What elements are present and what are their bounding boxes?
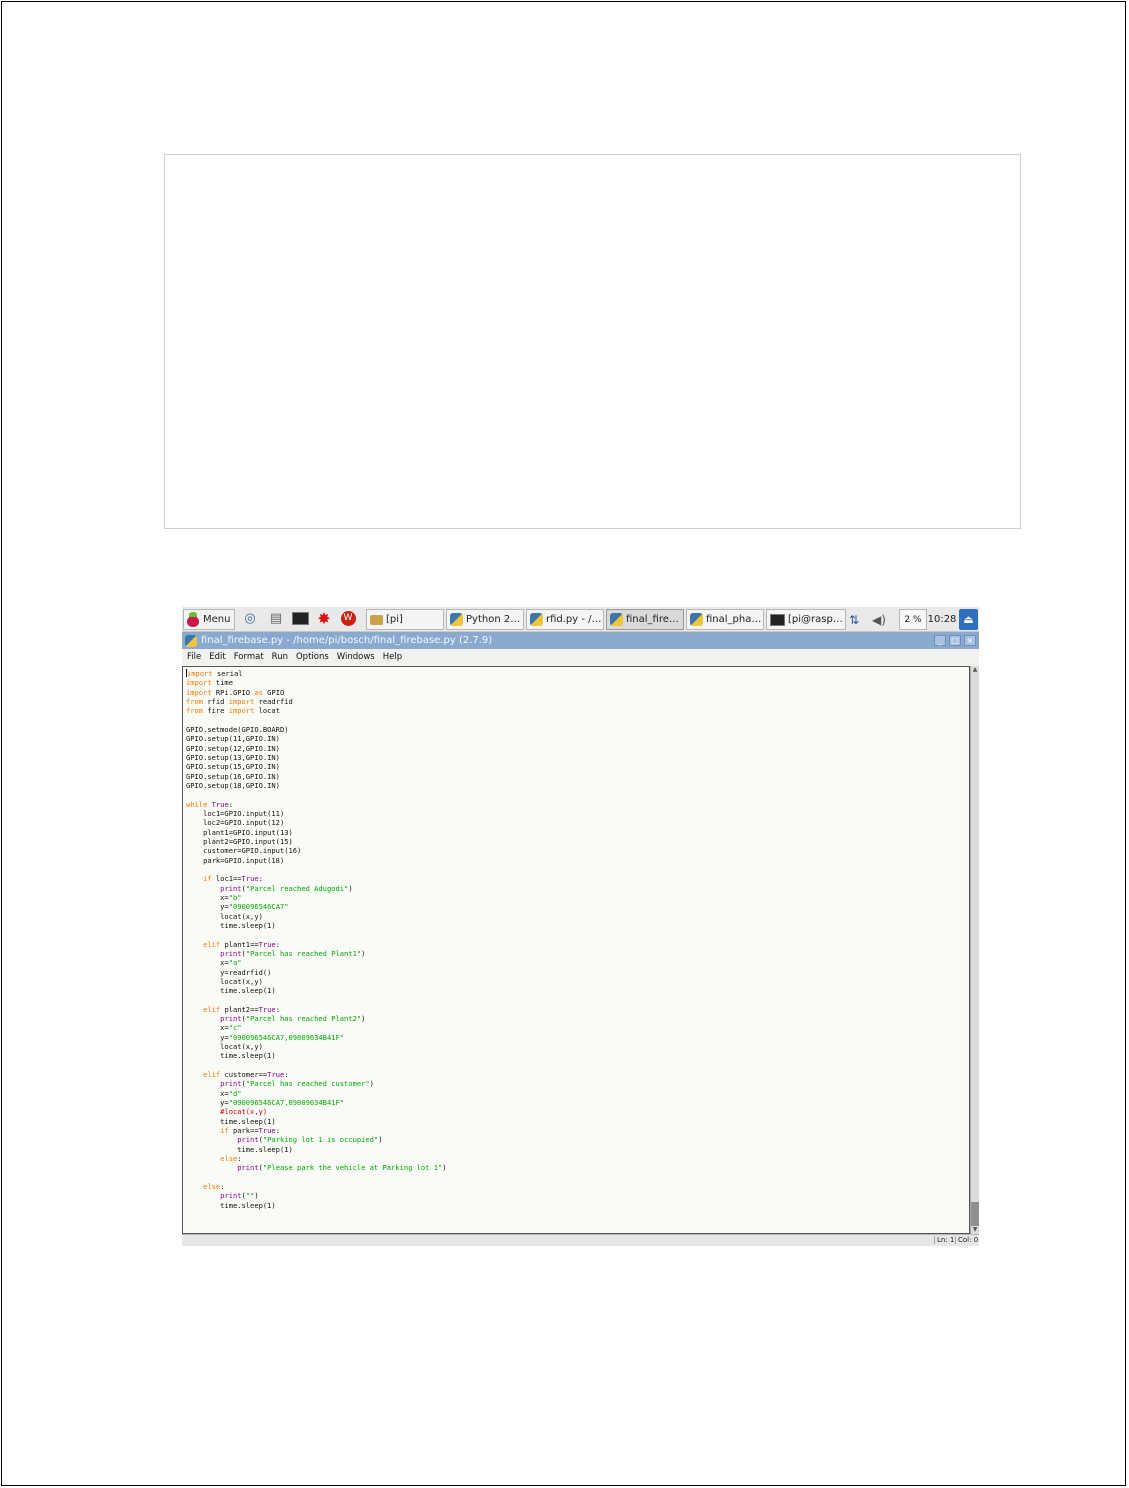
clock[interactable]: 10:28	[928, 609, 956, 630]
taskbar-window-label: Python 2.7....	[466, 614, 523, 625]
python-icon	[610, 613, 623, 626]
scroll-up-icon[interactable]: ▲	[971, 666, 979, 674]
wolfram-icon[interactable]: W	[339, 609, 357, 627]
vertical-scrollbar[interactable]: ▲ ▼	[970, 666, 979, 1234]
menubar: File Edit Format Run Options Windows Hel…	[182, 649, 979, 665]
web-browser-icon[interactable]: ◎	[241, 609, 259, 627]
window-titlebar[interactable]: final_firebase.py - /home/pi/bosch/final…	[182, 632, 979, 649]
taskbar-window-label: final_phant...	[706, 614, 763, 625]
status-column: Col: 0	[955, 1236, 978, 1244]
code-text[interactable]: import serial import time import RPi.GPI…	[186, 669, 447, 1210]
menu-options[interactable]: Options	[296, 652, 329, 662]
python-icon	[450, 613, 463, 626]
menu-run[interactable]: Run	[272, 652, 288, 662]
window-title: final_firebase.py - /home/pi/bosch/final…	[201, 635, 493, 646]
python-icon	[185, 634, 197, 647]
python-icon	[690, 613, 703, 626]
terminal-launcher-icon[interactable]	[291, 609, 309, 627]
volume-icon[interactable]: ◀)	[872, 609, 890, 630]
python-icon	[530, 613, 543, 626]
taskbar-window-terminal[interactable]: [pi@raspbe...	[766, 609, 846, 630]
taskbar-window-final-phant[interactable]: final_phant...	[686, 609, 764, 630]
maximize-icon[interactable]: □	[949, 635, 961, 646]
menu-windows[interactable]: Windows	[337, 652, 375, 662]
scroll-down-icon[interactable]: ▼	[971, 1226, 979, 1234]
taskbar-window-rfid[interactable]: rfid.py - /ho...	[526, 609, 604, 630]
taskbar-window-pi[interactable]: [pi]	[366, 609, 444, 630]
taskbar-window-label: [pi]	[386, 614, 403, 625]
mathematica-icon[interactable]: ✸	[315, 609, 333, 627]
minimize-icon[interactable]: _	[934, 635, 946, 646]
terminal-icon	[770, 613, 785, 626]
close-icon[interactable]: ×	[964, 635, 976, 646]
cpu-monitor[interactable]: 2 %	[899, 609, 927, 630]
scroll-thumb[interactable]	[971, 1202, 979, 1226]
taskbar-window-label: [pi@raspbe...	[788, 614, 845, 625]
taskbar-window-python-shell[interactable]: Python 2.7....	[446, 609, 524, 630]
menu-file[interactable]: File	[187, 652, 201, 662]
menu-help[interactable]: Help	[383, 652, 402, 662]
file-manager-icon[interactable]: ▤	[267, 609, 285, 627]
taskbar-window-label: final_fireba...	[626, 614, 683, 625]
eject-icon[interactable]: ⏏	[959, 609, 978, 630]
menu-edit[interactable]: Edit	[209, 652, 225, 662]
folder-icon	[370, 614, 383, 625]
menu-label: Menu	[203, 614, 231, 625]
status-line: Ln: 1	[934, 1236, 954, 1244]
menu-button[interactable]: Menu	[183, 609, 235, 630]
taskbar-window-final-firebase[interactable]: final_fireba...	[606, 609, 684, 630]
network-icon[interactable]: ⇅	[849, 609, 871, 630]
status-bar: Ln: 1 Col: 0	[182, 1234, 979, 1246]
idle-editor-screenshot: Menu ◎ ▤ ✸ W [pi] Python 2.7.... rfid.py…	[182, 607, 979, 1246]
menu-format[interactable]: Format	[234, 652, 264, 662]
taskbar: Menu ◎ ▤ ✸ W [pi] Python 2.7.... rfid.py…	[182, 607, 979, 632]
raspberry-pi-icon	[186, 611, 200, 628]
blank-figure-box	[164, 154, 1021, 529]
taskbar-window-label: rfid.py - /ho...	[546, 614, 603, 625]
code-editor[interactable]: import serial import time import RPi.GPI…	[182, 666, 970, 1234]
